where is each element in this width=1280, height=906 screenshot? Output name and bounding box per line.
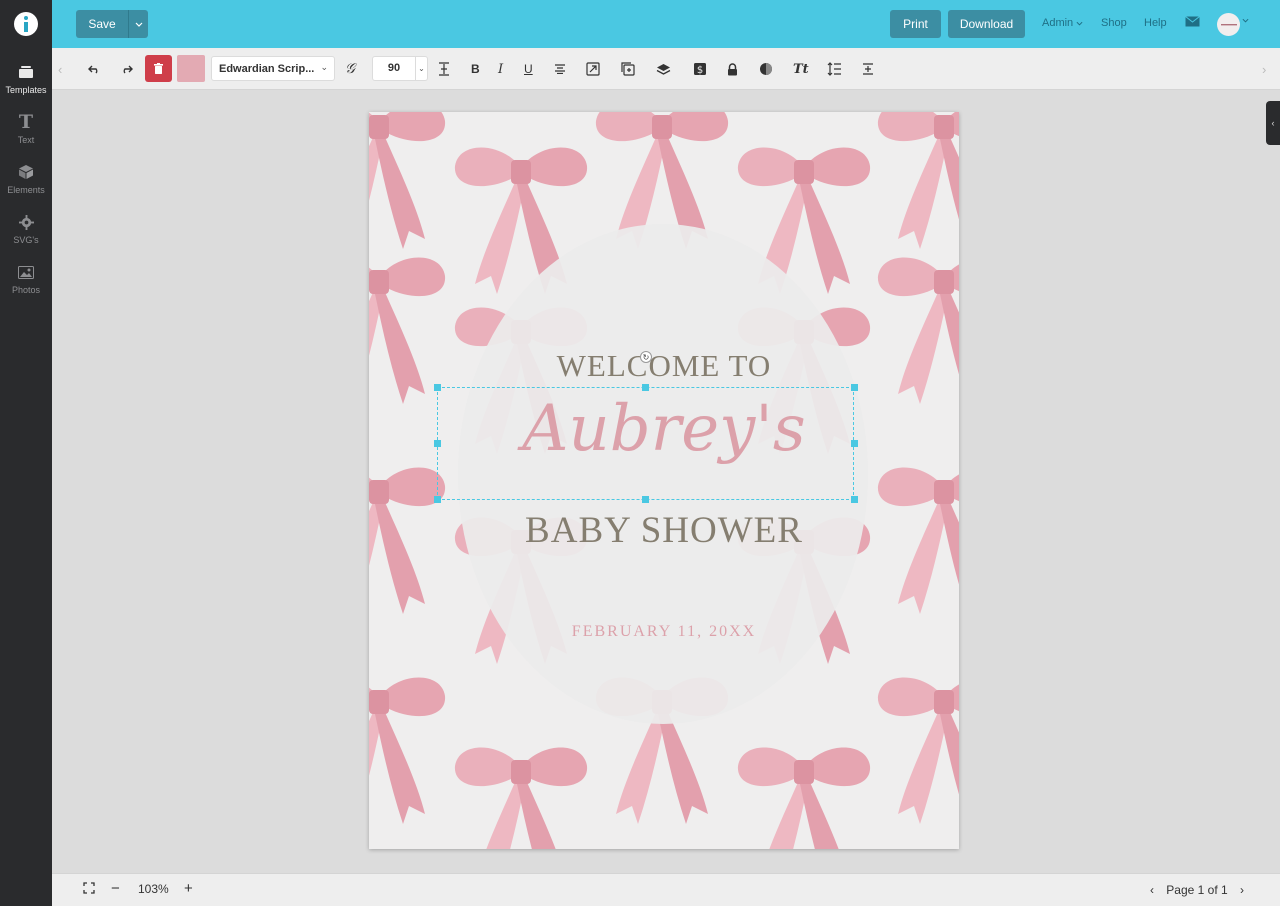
resize-handle-right[interactable] — [851, 440, 858, 447]
date-text[interactable]: FEBRUARY 11, 20XX — [369, 623, 959, 641]
duplicate-icon[interactable] — [621, 59, 635, 79]
account-chevron-down-icon[interactable] — [1242, 18, 1249, 23]
download-button[interactable]: Download — [948, 10, 1025, 38]
mail-icon[interactable] — [1185, 16, 1200, 27]
left-sidebar: Templates T Text Elements SVG's Photos — [0, 0, 52, 906]
photos-icon — [18, 262, 34, 282]
welcome-text[interactable]: WELCOME TO — [369, 348, 959, 384]
sidebar-item-label: SVG's — [13, 235, 39, 245]
design-page[interactable]: WELCOME TO Aubrey's BABY SHOWER FEBRUARY… — [369, 112, 959, 849]
sidebar-item-templates[interactable]: Templates — [0, 62, 52, 106]
italic-icon[interactable]: I — [498, 59, 503, 79]
undo-icon[interactable] — [88, 59, 100, 79]
sidebar-item-svgs[interactable]: SVG's — [0, 212, 52, 256]
scroll-right-icon[interactable]: › — [1262, 59, 1266, 79]
resize-handle-left[interactable] — [434, 440, 441, 447]
previous-page-icon[interactable]: ‹ — [1150, 883, 1154, 897]
resize-handle-top-right[interactable] — [851, 384, 858, 391]
vertical-align-icon[interactable] — [862, 59, 874, 79]
font-style-icon[interactable]: 𝒢 — [345, 59, 355, 79]
templates-icon — [18, 62, 34, 82]
svg-text:$: $ — [697, 65, 703, 76]
sidebar-item-label: Templates — [5, 85, 47, 95]
font-family-select[interactable]: Edwardian Scrip... ⌄ — [211, 56, 335, 81]
page-indicator: ‹ Page 1 of 1 › — [1142, 879, 1252, 901]
svg-icon — [18, 212, 34, 232]
delete-button[interactable] — [145, 55, 172, 82]
page-indicator-label: Page 1 of 1 — [1166, 883, 1228, 897]
zoom-out-icon[interactable]: − — [111, 880, 120, 897]
underline-icon[interactable]: U — [524, 59, 533, 79]
font-family-value: Edwardian Scrip... — [219, 62, 315, 75]
avatar[interactable] — [1217, 13, 1240, 36]
resize-handle-top[interactable] — [642, 384, 649, 391]
sidebar-item-label: Elements — [7, 185, 45, 195]
selection-box[interactable] — [437, 387, 854, 500]
help-link[interactable]: Help — [1144, 17, 1167, 29]
chevron-down-icon — [1076, 21, 1083, 26]
fullscreen-icon[interactable] — [83, 882, 95, 894]
trash-icon — [154, 63, 163, 74]
font-size-chevron-down-icon[interactable]: ⌄ — [416, 56, 428, 81]
opacity-icon[interactable] — [759, 59, 773, 79]
right-panel-toggle-icon[interactable]: ‹ — [1266, 101, 1280, 145]
rotate-handle-icon[interactable]: ↻ — [640, 351, 652, 363]
chevron-down-icon: ⌄ — [320, 62, 328, 72]
price-tag-icon[interactable]: $ — [693, 59, 707, 79]
top-bar: Save Print Download Admin Shop Help — [52, 0, 1280, 48]
text-icon: T — [18, 111, 34, 133]
sidebar-item-elements[interactable]: Elements — [0, 162, 52, 206]
editor-toolbar: ‹ Edwardian Scrip... ⌄ 𝒢 90 ⌄ B I U $ Tt — [52, 48, 1280, 90]
elements-icon — [18, 162, 34, 182]
resize-handle-bottom-left[interactable] — [434, 496, 441, 503]
resize-handle-bottom[interactable] — [642, 496, 649, 503]
scroll-left-icon[interactable]: ‹ — [58, 59, 62, 79]
chevron-down-icon — [135, 22, 142, 27]
sidebar-item-text[interactable]: T Text — [0, 111, 52, 156]
text-case-icon[interactable]: Tt — [793, 59, 809, 79]
text-color-swatch[interactable] — [177, 55, 205, 82]
resize-icon[interactable] — [586, 59, 600, 79]
save-options-dropdown[interactable] — [128, 10, 148, 38]
layers-icon[interactable] — [656, 59, 671, 79]
lock-icon[interactable] — [727, 59, 738, 79]
align-center-icon[interactable] — [554, 59, 566, 79]
admin-menu[interactable]: Admin — [1042, 17, 1083, 29]
zoom-in-icon[interactable]: + — [184, 880, 193, 897]
sidebar-item-photos[interactable]: Photos — [0, 262, 52, 306]
resize-handle-bottom-right[interactable] — [851, 496, 858, 503]
font-size-input[interactable]: 90 — [372, 56, 416, 81]
next-page-icon[interactable]: › — [1240, 883, 1244, 897]
bold-icon[interactable]: B — [471, 59, 480, 79]
print-button[interactable]: Print — [890, 10, 941, 38]
save-button[interactable]: Save — [76, 10, 128, 38]
app-logo-icon[interactable] — [14, 12, 38, 36]
sidebar-item-label: Photos — [11, 285, 41, 295]
sidebar-item-label: Text — [17, 135, 35, 145]
redo-icon[interactable] — [121, 59, 133, 79]
zoom-level[interactable]: 103% — [138, 882, 169, 896]
baby-shower-text[interactable]: BABY SHOWER — [369, 509, 959, 552]
bottom-bar: − 103% + ‹ Page 1 of 1 › — [52, 873, 1280, 906]
admin-label: Admin — [1042, 17, 1074, 29]
text-spacing-icon[interactable] — [438, 59, 450, 79]
shop-link[interactable]: Shop — [1101, 17, 1127, 29]
line-height-icon[interactable] — [827, 59, 842, 79]
resize-handle-top-left[interactable] — [434, 384, 441, 391]
